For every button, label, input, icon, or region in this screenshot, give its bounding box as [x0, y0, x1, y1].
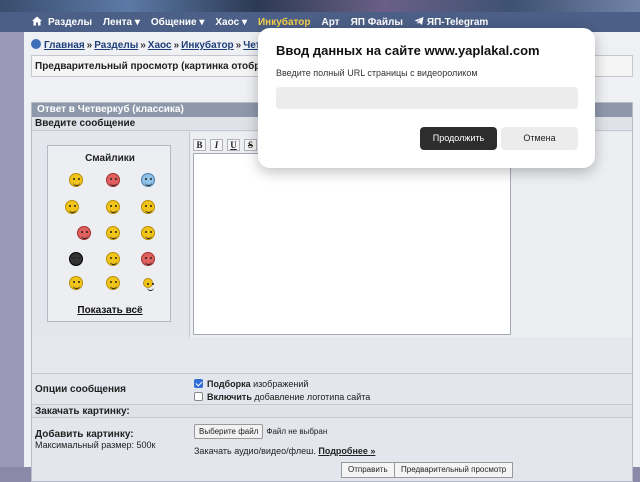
smileys-title: Смайлики: [85, 153, 135, 164]
nav-item-incubator[interactable]: Инкубатор: [258, 17, 311, 28]
preview-button[interactable]: Предварительный просмотр: [394, 462, 514, 478]
nav-item-files[interactable]: ЯП Файлы: [351, 17, 403, 28]
more-info-link[interactable]: Подробнее »: [318, 446, 375, 456]
forum-icon: [31, 39, 41, 49]
smiley-icon[interactable]: [141, 252, 155, 266]
breadcrumb-incubator[interactable]: Инкубатор: [181, 40, 234, 51]
nav-item-chaos[interactable]: Хаос ▾: [215, 17, 247, 28]
nav-item-feed[interactable]: Лента ▾: [103, 17, 140, 28]
options-label: Опции сообщения: [35, 384, 127, 395]
smiley-icon[interactable]: [141, 200, 155, 214]
send-button[interactable]: Отправить: [341, 462, 395, 478]
message-textarea[interactable]: [193, 153, 511, 335]
continue-button[interactable]: Продолжить: [420, 127, 497, 150]
nav-item-chat[interactable]: Общение ▾: [151, 17, 205, 28]
upload-label: Добавить картинку: Максимальный размер: …: [35, 429, 155, 451]
submit-row: Отправить Предварительный просмотр: [32, 461, 632, 481]
smiley-icon[interactable]: [143, 278, 154, 291]
upload-row: Добавить картинку: Максимальный размер: …: [32, 419, 632, 461]
smiley-icon[interactable]: [69, 173, 83, 187]
upload-header: Закачать картинку:: [32, 404, 632, 418]
home-icon[interactable]: [31, 15, 43, 27]
dialog-subtitle: Введите полный URL страницы с видеоролик…: [276, 68, 478, 78]
file-input: Выберите файл Файл не выбран: [194, 424, 327, 439]
nav-item-telegram-label: ЯП-Telegram: [426, 17, 489, 28]
gallery-option-bold: Подборка: [207, 379, 251, 389]
breadcrumb-home[interactable]: Главная: [44, 40, 85, 51]
add-picture-label: Добавить картинку:: [35, 429, 134, 440]
logo-option-text: добавление логотипа сайта: [251, 392, 371, 402]
smiley-icon[interactable]: [106, 276, 120, 290]
breadcrumb-sections[interactable]: Разделы: [94, 40, 138, 51]
gallery-checkbox[interactable]: [194, 379, 203, 388]
audio-upload-text: Закачать аудио/видео/флеш.: [194, 446, 319, 456]
smiley-icon[interactable]: [106, 252, 120, 266]
options-row: Опции сообщения Подборка изображений Вкл…: [32, 373, 632, 403]
nav-item-art[interactable]: Арт: [321, 17, 339, 28]
smiley-icon[interactable]: [69, 276, 83, 290]
nav-item-sections[interactable]: Разделы: [48, 17, 92, 28]
smiley-icon[interactable]: [65, 200, 79, 214]
gallery-option-text: изображений: [250, 379, 309, 389]
site-banner: [0, 0, 640, 12]
max-size-label: Максимальный размер: 500к: [35, 440, 156, 450]
show-all-smileys-link[interactable]: Показать всё: [48, 305, 172, 316]
smiley-icon[interactable]: [69, 252, 83, 266]
logo-checkbox[interactable]: [194, 392, 203, 401]
editor-toolbar: B I U S: [193, 139, 257, 151]
cancel-button[interactable]: Отмена: [501, 127, 578, 150]
url-prompt-dialog: Ввод данных на сайте www.yaplakal.com Вв…: [258, 28, 595, 168]
nav-item-telegram[interactable]: ЯП-Telegram: [414, 16, 488, 28]
underline-button[interactable]: U: [227, 139, 240, 151]
telegram-icon: [414, 17, 424, 25]
file-status: Файл не выбран: [266, 427, 328, 436]
dialog-title: Ввод данных на сайте www.yaplakal.com: [276, 43, 540, 58]
smiley-icon[interactable]: [77, 226, 91, 240]
logo-option-bold: Включить: [207, 392, 252, 402]
strike-button[interactable]: S: [244, 139, 257, 151]
choose-file-button[interactable]: Выберите файл: [194, 424, 264, 439]
breadcrumb-chaos[interactable]: Хаос: [148, 40, 172, 51]
smiley-icon[interactable]: [106, 226, 120, 240]
smiley-icon[interactable]: [141, 173, 155, 187]
options-values: Подборка изображений Включить добавление…: [194, 378, 370, 404]
bold-button[interactable]: B: [193, 139, 206, 151]
smiley-icon[interactable]: [141, 226, 155, 240]
italic-button[interactable]: I: [210, 139, 223, 151]
url-input[interactable]: [276, 87, 578, 109]
smiley-icon[interactable]: [106, 200, 120, 214]
smiley-icon[interactable]: [106, 173, 120, 187]
audio-upload-line: Закачать аудио/видео/флеш. Подробнее »: [194, 446, 375, 456]
left-gutter: [0, 32, 24, 467]
smiley-column: Смайлики Показать всё: [32, 132, 190, 337]
smiley-panel: Смайлики Показать всё: [47, 145, 171, 322]
